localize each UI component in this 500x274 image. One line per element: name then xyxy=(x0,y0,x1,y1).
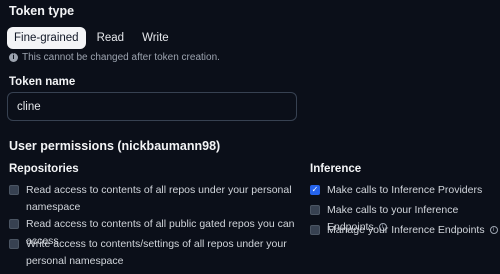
token-type-tabs: Fine-grained Read Write xyxy=(7,27,176,49)
token-name-input[interactable] xyxy=(7,92,297,121)
token-name-label: Token name xyxy=(9,76,76,88)
repo-read-gated-checkbox[interactable] xyxy=(9,219,19,229)
repositories-heading: Repositories xyxy=(9,163,79,175)
inference-heading: Inference xyxy=(310,163,362,175)
token-type-title: Token type xyxy=(9,4,75,18)
repo-read-personal-checkbox[interactable] xyxy=(9,185,19,195)
tab-write[interactable]: Write xyxy=(135,27,176,49)
token-type-hint-text: This cannot be changed after token creat… xyxy=(22,52,220,63)
info-icon[interactable]: i xyxy=(489,226,498,235)
inference-providers-checkbox[interactable]: ✓ xyxy=(310,185,320,195)
tab-read[interactable]: Read xyxy=(90,27,132,49)
checkmark-icon: ✓ xyxy=(311,185,319,194)
repo-write-personal-label: Write access to contents/settings of all… xyxy=(26,238,287,267)
repo-write-personal-checkbox-row[interactable]: Write access to contents/settings of all… xyxy=(9,236,299,270)
user-permissions-title: User permissions (nickbaumann98) xyxy=(9,139,221,153)
manage-inference-endpoints-checkbox[interactable] xyxy=(310,225,320,235)
inference-endpoints-calls-checkbox[interactable] xyxy=(310,205,320,215)
token-type-hint: i This cannot be changed after token cre… xyxy=(9,52,220,63)
repo-write-personal-checkbox[interactable] xyxy=(9,239,19,249)
tab-fine-grained[interactable]: Fine-grained xyxy=(7,27,86,49)
repo-read-personal-label: Read access to contents of all repos und… xyxy=(26,184,292,213)
manage-inference-endpoints-checkbox-row[interactable]: Manage your Inference Endpoints i xyxy=(310,222,500,239)
manage-inference-endpoints-label: Manage your Inference Endpoints xyxy=(327,224,485,236)
repo-read-personal-checkbox-row[interactable]: Read access to contents of all repos und… xyxy=(9,182,299,216)
inference-providers-label: Make calls to Inference Providers xyxy=(327,184,483,196)
info-icon: i xyxy=(9,53,18,62)
inference-providers-checkbox-row[interactable]: ✓ Make calls to Inference Providers xyxy=(310,182,500,199)
